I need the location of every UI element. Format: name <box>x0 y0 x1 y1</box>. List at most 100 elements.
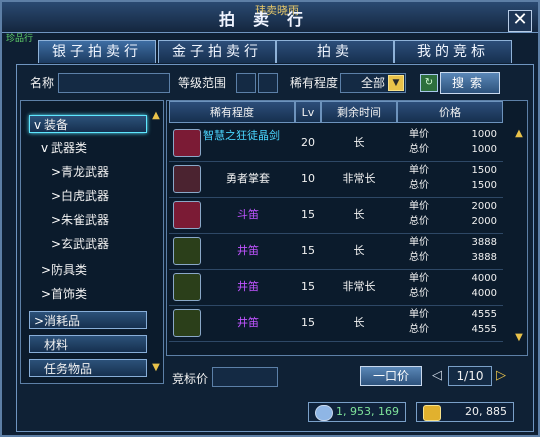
tab-auction[interactable]: 拍卖 <box>276 40 394 63</box>
tree-item-armor[interactable]: >防具类 <box>41 261 87 279</box>
level-min-input[interactable] <box>236 73 256 93</box>
header-rarity[interactable]: 稀有程度 <box>169 101 295 123</box>
refresh-icon[interactable]: ↻ <box>420 74 438 92</box>
title-bar: 玮卖晓雨 拍卖行 ✕ <box>2 2 538 33</box>
unit-price-label: 单价 <box>409 273 429 284</box>
window-title: 拍卖行 <box>218 10 321 29</box>
tab-silver-auction[interactable]: 银子拍卖行 <box>38 40 156 63</box>
expand-icon: v <box>41 141 49 155</box>
next-page-icon[interactable]: ▷ <box>496 369 506 382</box>
price-labels: 单价 总价 <box>409 199 439 229</box>
table-row[interactable]: 智慧之狂徒晶剑 20 长 单价 总价 1000 1000 <box>169 125 503 162</box>
table-row[interactable]: 勇者掌套 10 非常长 单价 总价 1500 1500 <box>169 161 503 198</box>
rarity-value: 全部 <box>360 76 385 90</box>
header-lv[interactable]: Lv <box>295 101 321 123</box>
unit-price: 3888 <box>471 237 497 248</box>
total-price-label: 总价 <box>409 216 429 227</box>
results-grid: 稀有程度 Lv 剩余时间 价格 智慧之狂徒晶剑 20 长单价 总价 1000 1000 勇者… <box>166 100 528 356</box>
tree-item-zhuque[interactable]: >朱雀武器 <box>51 211 109 229</box>
item-level: 15 <box>301 316 315 329</box>
tree-item-weapons[interactable]: v 武器类 <box>41 139 87 157</box>
total-price: 4555 <box>471 324 497 335</box>
header-price[interactable]: 价格 <box>397 101 503 123</box>
chevron-down-icon: ▼ <box>388 75 404 91</box>
level-max-input[interactable] <box>258 73 278 93</box>
unit-price: 1000 <box>471 129 497 140</box>
close-button[interactable]: ✕ <box>508 10 532 32</box>
total-price: 1000 <box>471 144 497 155</box>
total-price: 1500 <box>471 180 497 191</box>
tree-item-accessories[interactable]: >首饰类 <box>41 285 87 303</box>
table-row[interactable]: 斗笛 15 长 单价 总价 2000 2000 <box>169 197 503 234</box>
unit-price-label: 单价 <box>409 309 429 320</box>
scroll-down-icon[interactable]: ▼ <box>514 333 524 343</box>
buyout-button[interactable]: 一口价 <box>360 366 422 386</box>
chevron-right-icon: > <box>51 165 62 179</box>
chevron-right-icon: > <box>51 237 62 251</box>
sword-icon <box>173 129 201 157</box>
price-values: 1000 1000 <box>449 127 497 157</box>
unit-price-label: 单价 <box>409 237 429 248</box>
rarity-select[interactable]: 全部 ▼ <box>340 73 406 93</box>
category-tree: v 装备 v 武器类 >青龙武器 >白虎武器 >朱雀武器 >玄武武器 >防具类 >首… <box>20 100 164 384</box>
tree-item-xuanwu[interactable]: >玄武武器 <box>51 235 109 253</box>
tree-item-equipment[interactable]: v 装备 <box>29 115 147 133</box>
table-row[interactable]: 井笛 15 长 单价 总价 3888 3888 <box>169 233 503 270</box>
gauntlet-icon <box>173 165 201 193</box>
tree-item-quest-items[interactable]: 任务物品 <box>29 359 147 377</box>
time-left: 长 <box>353 316 365 329</box>
tree-item-baihu[interactable]: >白虎武器 <box>51 187 109 205</box>
gold-balance: 20, 885 <box>416 402 514 422</box>
tree-item-qinglong[interactable]: >青龙武器 <box>51 163 109 181</box>
prev-page-icon[interactable]: ◁ <box>432 369 442 382</box>
rarity-label: 稀有程度 <box>290 76 339 90</box>
header-time-left[interactable]: 剩余时间 <box>321 101 397 123</box>
chevron-right-icon: > <box>51 189 62 203</box>
tree-item-materials[interactable]: 材料 <box>29 335 147 353</box>
unit-price-label: 单价 <box>409 201 429 212</box>
tree-scrollbar[interactable]: ▲ ▼ <box>151 111 161 373</box>
unit-price: 1500 <box>471 165 497 176</box>
auction-window: 玮卖晓雨 拍卖行 ✕ 珍品行 银子拍卖行 金子拍卖行 拍卖 我的竞标 名称 等级… <box>0 0 540 437</box>
scroll-down-icon[interactable]: ▼ <box>151 363 161 373</box>
close-icon: ✕ <box>512 9 528 30</box>
scroll-up-icon[interactable]: ▲ <box>151 111 161 121</box>
bid-price-label: 竞标价 <box>172 372 209 386</box>
scroll-up-icon[interactable]: ▲ <box>514 129 524 139</box>
total-price-label: 总价 <box>409 180 429 191</box>
gold-ingot-icon <box>423 405 441 421</box>
name-input[interactable] <box>58 73 170 93</box>
total-price: 2000 <box>471 216 497 227</box>
table-row[interactable]: 井笛 15 长 单价总价 4555 4555 <box>169 305 503 342</box>
item-name: 井笛 <box>237 316 259 329</box>
time-left: 非常长 <box>342 280 376 293</box>
item-level: 15 <box>301 208 315 221</box>
price-labels: 单价 总价 <box>409 163 439 193</box>
name-label: 名称 <box>30 76 55 90</box>
page-indicator: 1/10 <box>448 366 492 386</box>
chevron-right-icon: > <box>41 287 52 301</box>
price-labels: 单价 总价 <box>409 271 439 301</box>
bid-price-input[interactable] <box>212 367 278 387</box>
item-name: 斗笛 <box>237 208 259 221</box>
total-price-label: 总价 <box>409 324 429 335</box>
tree-item-consumables[interactable]: >消耗品 <box>29 311 147 329</box>
price-values: 4555 4555 <box>449 307 497 337</box>
tab-my-bids[interactable]: 我的竞标 <box>394 40 512 63</box>
tab-gold-auction[interactable]: 金子拍卖行 <box>158 40 276 63</box>
table-row[interactable]: 井笛 15 非常长 单价 总价 4000 4000 <box>169 269 503 306</box>
total-price-label: 总价 <box>409 144 429 155</box>
search-button[interactable]: 搜索 <box>440 72 500 94</box>
unit-price: 4555 <box>471 309 497 320</box>
grid-scrollbar[interactable]: ▲ ▼ <box>513 129 525 343</box>
chevron-right-icon: > <box>51 213 62 227</box>
total-price-label: 总价 <box>409 252 429 263</box>
gold-amount: 20, 885 <box>465 405 507 418</box>
item-name: 智慧之狂徒晶剑 <box>203 129 280 142</box>
time-left: 长 <box>353 136 365 149</box>
price-values: 1500 1500 <box>449 163 497 193</box>
silver-balance: 1, 953, 169 <box>308 402 406 422</box>
total-price: 4000 <box>471 288 497 299</box>
price-values: 4000 4000 <box>449 271 497 301</box>
item-name: 井笛 <box>237 280 259 293</box>
